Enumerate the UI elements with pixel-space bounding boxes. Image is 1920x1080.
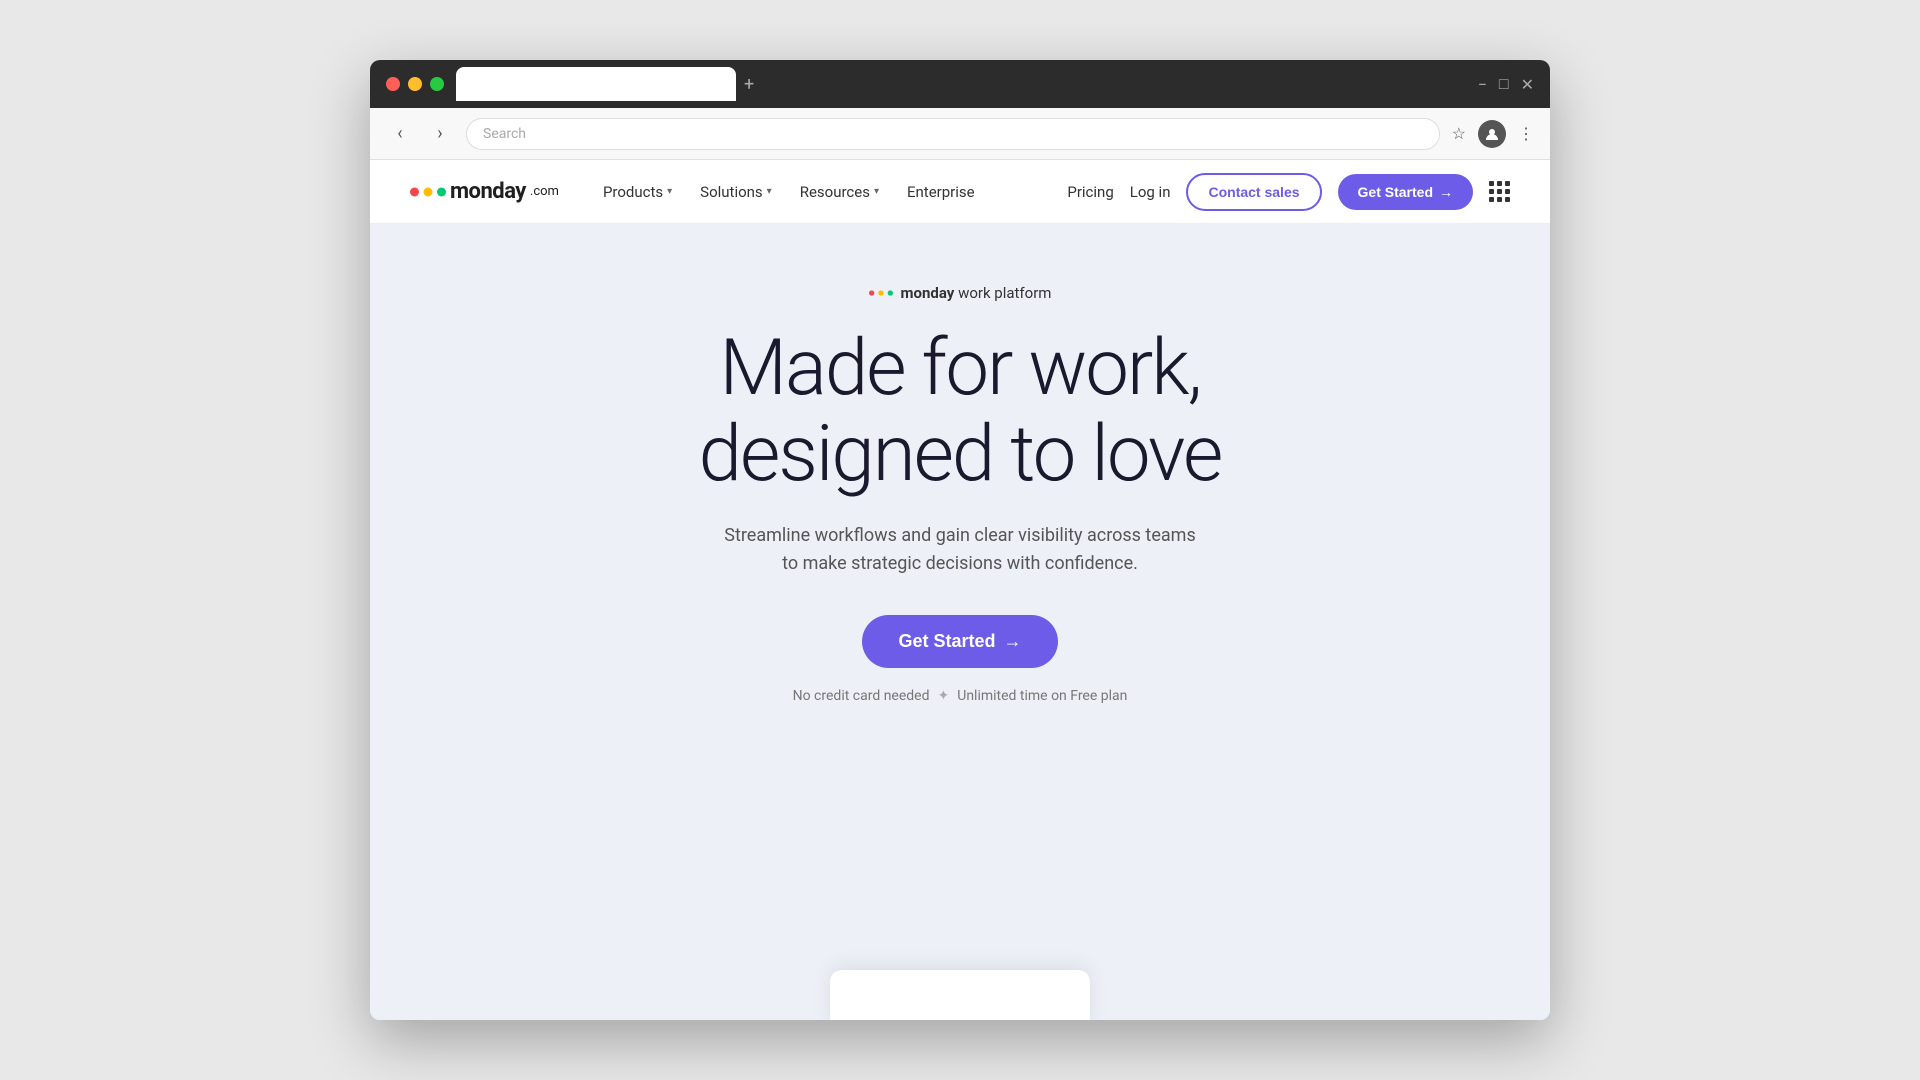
active-tab[interactable] xyxy=(456,67,736,101)
hero-section: monday work platform Made for work, desi… xyxy=(370,224,1550,1020)
website-content: monday .com Products ▾ Solutions ▾ Resour… xyxy=(370,160,1550,1020)
logo-com: .com xyxy=(530,184,559,199)
apps-grid-icon[interactable] xyxy=(1489,181,1510,202)
maximize-button[interactable]: □ xyxy=(1499,74,1509,94)
hero-title: Made for work, designed to love xyxy=(699,326,1222,498)
solutions-chevron: ▾ xyxy=(767,186,772,197)
address-bar[interactable]: Search xyxy=(466,118,1440,150)
browser-controls: − □ ✕ xyxy=(1478,74,1534,94)
toolbar-actions: ☆ ⋮ xyxy=(1452,120,1534,148)
get-started-nav-button[interactable]: Get Started → xyxy=(1338,174,1473,210)
profile-icon[interactable] xyxy=(1478,120,1506,148)
bookmark-icon[interactable]: ☆ xyxy=(1452,124,1466,143)
get-started-hero-button[interactable]: Get Started → xyxy=(862,615,1057,668)
logo[interactable]: monday .com xyxy=(410,179,559,204)
new-tab-button[interactable]: + xyxy=(744,74,754,95)
nav-products[interactable]: Products ▾ xyxy=(591,175,684,209)
hero-subtitle: Streamline workflows and gain clear visi… xyxy=(724,522,1195,580)
nav-login[interactable]: Log in xyxy=(1130,183,1171,201)
hero-badge: monday work platform xyxy=(869,284,1052,302)
close-button[interactable]: ✕ xyxy=(1521,75,1534,94)
get-started-arrow-icon: → xyxy=(1439,184,1453,200)
nav-resources[interactable]: Resources ▾ xyxy=(788,175,891,209)
resources-chevron: ▾ xyxy=(874,186,879,197)
search-placeholder: Search xyxy=(483,126,526,142)
more-options-icon[interactable]: ⋮ xyxy=(1518,124,1534,143)
nav-links: Products ▾ Solutions ▾ Resources ▾ Enter… xyxy=(591,175,1067,209)
hero-footnote: No credit card needed ✦ Unlimited time o… xyxy=(793,688,1128,704)
minimize-button[interactable]: − xyxy=(1478,75,1487,94)
cta-arrow-icon: → xyxy=(1004,631,1022,652)
browser-window: + − □ ✕ ‹ › Search ☆ ⋮ xyxy=(370,60,1550,1020)
nav-pricing[interactable]: Pricing xyxy=(1067,183,1113,201)
minimize-traffic-light[interactable] xyxy=(408,77,422,91)
hero-badge-logo-icon xyxy=(869,285,893,301)
logo-mark xyxy=(410,180,446,204)
nav-right: Pricing Log in Contact sales Get Started… xyxy=(1067,173,1510,211)
logo-text: monday xyxy=(450,179,526,204)
nav-enterprise[interactable]: Enterprise xyxy=(895,175,987,209)
back-button[interactable]: ‹ xyxy=(386,120,414,148)
close-traffic-light[interactable] xyxy=(386,77,400,91)
browser-toolbar: ‹ › Search ☆ ⋮ xyxy=(370,108,1550,160)
hero-badge-text: monday work platform xyxy=(901,284,1052,302)
browser-titlebar: + − □ ✕ xyxy=(370,60,1550,108)
site-nav: monday .com Products ▾ Solutions ▾ Resour… xyxy=(370,160,1550,224)
nav-solutions[interactable]: Solutions ▾ xyxy=(688,175,784,209)
contact-sales-button[interactable]: Contact sales xyxy=(1186,173,1321,211)
forward-button[interactable]: › xyxy=(426,120,454,148)
products-chevron: ▾ xyxy=(667,186,672,197)
browser-tabs: + xyxy=(456,67,1466,101)
hero-bottom-preview-card xyxy=(830,970,1090,1020)
maximize-traffic-light[interactable] xyxy=(430,77,444,91)
traffic-lights xyxy=(386,77,444,91)
